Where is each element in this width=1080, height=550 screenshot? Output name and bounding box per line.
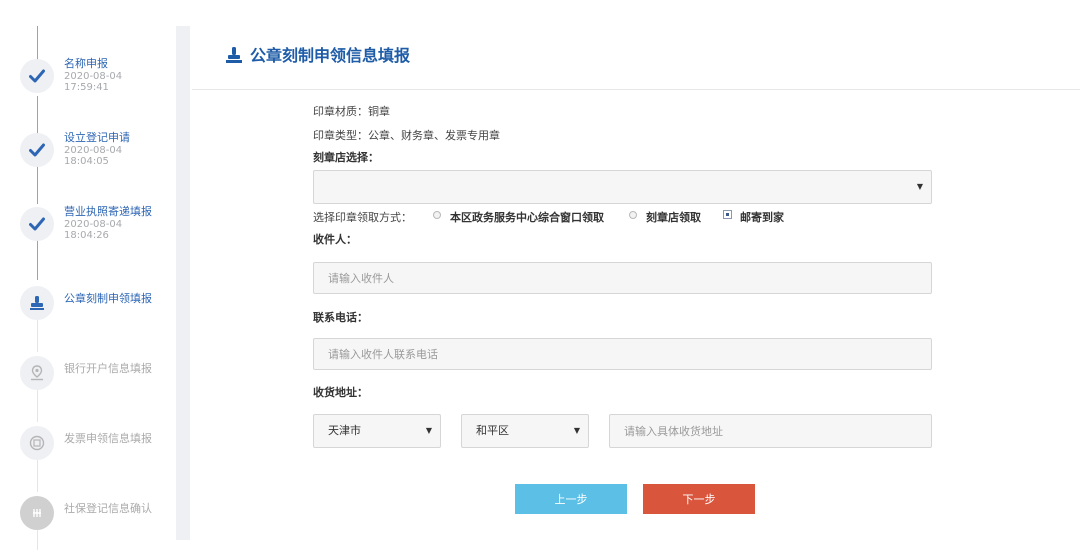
shop-label: 刻章店选择：	[313, 151, 379, 164]
progress-sidebar: 名称申报 2020-08-04 17:59:41 设立登记申请 2020-08-…	[0, 0, 192, 550]
phone-input[interactable]	[313, 338, 932, 370]
step-title: 营业执照寄递填报	[64, 205, 152, 218]
invoice-icon	[20, 426, 54, 460]
chevron-down-icon: ▼	[916, 182, 923, 191]
social-security-icon	[20, 496, 54, 530]
check-icon	[20, 133, 54, 167]
prev-step-button[interactable]: 上一步	[515, 484, 627, 514]
address-input[interactable]	[609, 414, 932, 448]
step-license-delivery[interactable]: 营业执照寄递填报 2020-08-04 18:04:26	[20, 205, 170, 255]
sidebar-divider	[176, 26, 190, 540]
pickup-method-row: 选择印章领取方式： 本区政务服务中心综合窗口领取 刻章店领取 邮寄到家	[313, 208, 933, 224]
step-time: 17:59:41	[64, 82, 109, 93]
address-label: 收货地址：	[313, 386, 368, 399]
step-time: 18:04:05	[64, 156, 109, 167]
seal-material-text: 印章材质：铜章	[313, 105, 390, 118]
pickup-mail-checkbox[interactable]	[723, 210, 732, 219]
check-icon	[20, 207, 54, 241]
recipient-label: 收件人：	[313, 233, 357, 246]
page-header: 公章刻制申领信息填报	[192, 0, 1080, 90]
stamp-icon	[226, 47, 242, 63]
step-registration[interactable]: 设立登记申请 2020-08-04 18:04:05	[20, 131, 170, 181]
step-title: 名称申报	[64, 57, 108, 70]
phone-label: 联系电话：	[313, 311, 368, 324]
step-bank-account[interactable]: 银行开户信息填报	[20, 354, 170, 404]
recipient-input[interactable]	[313, 262, 932, 294]
chevron-down-icon: ▼	[573, 426, 580, 435]
step-title: 设立登记申请	[64, 131, 130, 144]
pickup-mail-label[interactable]: 邮寄到家	[740, 209, 784, 225]
step-invoice-application[interactable]: 发票申领信息填报	[20, 424, 170, 474]
district-select[interactable]: 和平区 ▼	[461, 414, 589, 448]
step-seal-application[interactable]: 公章刻制申领填报	[20, 284, 170, 334]
pickup-window-label[interactable]: 本区政务服务中心综合窗口领取	[450, 209, 604, 225]
location-pin-icon	[20, 356, 54, 390]
step-title: 银行开户信息填报	[64, 362, 152, 375]
stamp-icon	[20, 286, 54, 320]
step-name-declaration[interactable]: 名称申报 2020-08-04 17:59:41	[20, 57, 170, 107]
step-time: 18:04:26	[64, 230, 109, 241]
step-social-security[interactable]: 社保登记信息确认	[20, 494, 170, 544]
shop-select[interactable]: ▼	[313, 170, 932, 204]
page-title: 公章刻制申领信息填报	[250, 46, 411, 65]
district-select-value: 和平区	[476, 424, 509, 437]
step-title: 社保登记信息确认	[64, 502, 152, 515]
city-select-value: 天津市	[328, 424, 361, 437]
step-date: 2020-08-04	[64, 145, 123, 156]
step-title: 发票申领信息填报	[64, 432, 152, 445]
city-select[interactable]: 天津市 ▼	[313, 414, 441, 448]
pickup-window-radio[interactable]	[433, 211, 441, 219]
seal-type-text: 印章类型：公章、财务章、发票专用章	[313, 129, 500, 142]
pickup-shop-radio[interactable]	[629, 211, 637, 219]
step-date: 2020-08-04	[64, 71, 123, 82]
pickup-shop-label[interactable]: 刻章店领取	[646, 209, 701, 225]
pickup-method-label: 选择印章领取方式：	[313, 211, 412, 224]
chevron-down-icon: ▼	[425, 426, 432, 435]
check-icon	[20, 59, 54, 93]
next-step-button[interactable]: 下一步	[643, 484, 755, 514]
step-date: 2020-08-04	[64, 219, 123, 230]
step-title: 公章刻制申领填报	[64, 292, 152, 305]
